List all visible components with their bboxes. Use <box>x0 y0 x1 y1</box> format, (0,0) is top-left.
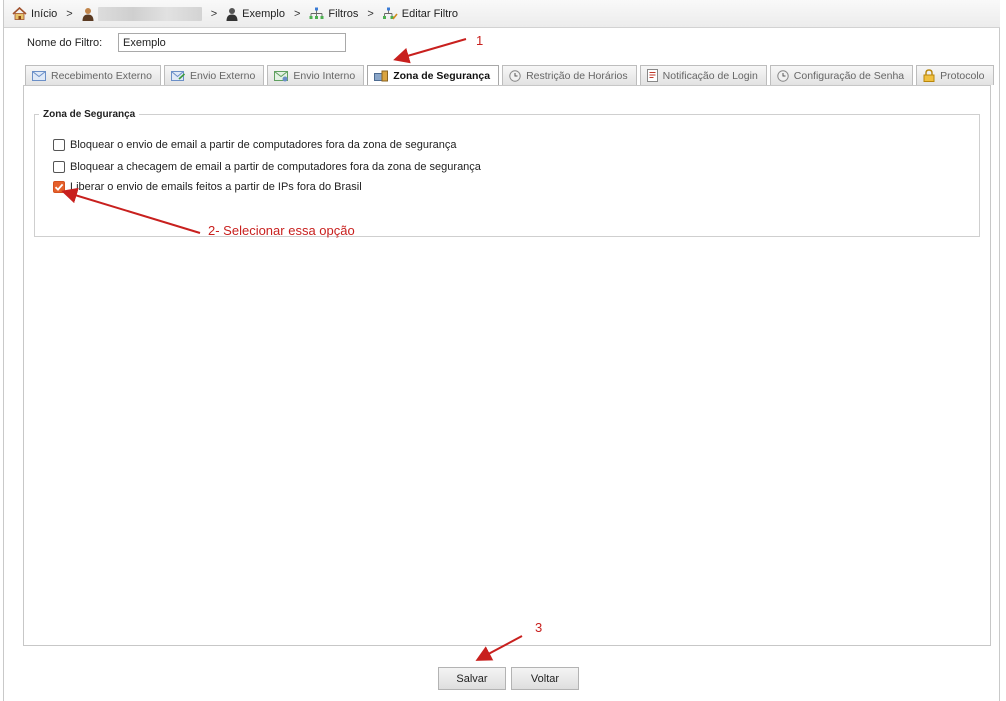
option-allow-foreign-ips[interactable]: Liberar o envio de emails feitos a parti… <box>53 181 362 193</box>
save-button[interactable]: Salvar <box>438 667 506 690</box>
breadcrumb-filters[interactable]: Filtros <box>309 7 358 20</box>
tab-label: Configuração de Senha <box>793 69 905 82</box>
checkmark-icon <box>54 183 64 191</box>
breadcrumb-separator: > <box>367 7 374 20</box>
clock-icon <box>509 69 521 82</box>
envelope-internal-icon <box>274 70 289 81</box>
tab-label: Recebimento Externo <box>51 69 152 82</box>
edit-filter-icon <box>382 7 398 20</box>
checkbox-block-checking[interactable] <box>53 161 65 173</box>
option-block-sending[interactable]: Bloquear o envio de email a partir de co… <box>53 139 456 151</box>
home-icon <box>12 7 27 20</box>
filter-name-input[interactable] <box>118 33 346 52</box>
breadcrumb-separator: > <box>293 7 301 20</box>
breadcrumb-home-label: Início <box>31 7 58 20</box>
redacted-username <box>97 6 202 21</box>
tab-label: Notificação de Login <box>662 69 758 82</box>
breadcrumb-user[interactable] <box>82 6 202 21</box>
checkbox-block-sending[interactable] <box>53 139 65 151</box>
tab-label: Restrição de Horários <box>526 69 628 82</box>
tab-password-config[interactable]: Configuração de Senha <box>769 65 914 85</box>
annotation-step-3: 3 <box>535 620 543 635</box>
breadcrumb-home[interactable]: Início <box>12 7 57 20</box>
option-label: Bloquear o envio de email a partir de co… <box>70 139 457 151</box>
checkbox-allow-foreign-ips[interactable] <box>53 181 65 193</box>
tab-login-notification[interactable]: Notificação de Login <box>639 65 767 85</box>
breadcrumb-filters-label: Filtros <box>328 7 359 20</box>
option-label: Bloquear a checagem de email a partir de… <box>70 161 481 173</box>
tab-protocol[interactable]: Protocolo <box>916 65 994 85</box>
envelope-in-icon <box>32 70 46 81</box>
envelope-out-icon <box>170 70 185 81</box>
filter-name-label: Nome do Filtro: <box>27 37 103 49</box>
tab-label: Envio Externo <box>189 69 256 82</box>
annotation-step-2: 2- Selecionar essa opção <box>208 223 355 238</box>
tab-external-receiving[interactable]: Recebimento Externo <box>25 65 161 85</box>
breadcrumb: Início > > Exemplo > Filtros > Editar Fi… <box>4 0 1000 28</box>
breadcrumb-edit-filter[interactable]: Editar Filtro <box>382 7 459 20</box>
notification-icon <box>646 69 658 82</box>
security-zone-icon <box>374 70 389 82</box>
breadcrumb-separator: > <box>66 7 73 20</box>
user-icon <box>82 7 94 21</box>
tab-label: Protocolo <box>940 69 985 82</box>
breadcrumb-separator: > <box>210 7 218 20</box>
tab-internal-sending[interactable]: Envio Interno <box>267 65 365 85</box>
breadcrumb-example-label: Exemplo <box>242 7 285 20</box>
tab-time-restriction[interactable]: Restrição de Horários <box>502 65 637 85</box>
option-label: Liberar o envio de emails feitos a parti… <box>70 181 362 193</box>
back-button[interactable]: Voltar <box>511 667 579 690</box>
tab-label: Zona de Segurança <box>393 70 491 82</box>
security-zone-legend: Zona de Segurança <box>43 109 136 120</box>
annotation-step-1: 1 <box>476 33 484 48</box>
tab-label: Envio Interno <box>293 69 356 82</box>
user-icon <box>226 7 238 21</box>
option-block-checking[interactable]: Bloquear a checagem de email a partir de… <box>53 161 481 173</box>
security-zone-fieldset: Zona de Segurança Bloquear o envio de em… <box>34 109 980 237</box>
tab-external-sending[interactable]: Envio Externo <box>163 65 265 85</box>
breadcrumb-edit-filter-label: Editar Filtro <box>401 7 459 20</box>
tab-bar: Recebimento Externo Envio Externo Envio … <box>25 65 994 86</box>
breadcrumb-example[interactable]: Exemplo <box>226 7 285 21</box>
clock-icon <box>777 69 789 82</box>
tab-security-zone[interactable]: Zona de Segurança <box>367 65 500 86</box>
tab-content-panel: Zona de Segurança Bloquear o envio de em… <box>23 85 991 646</box>
lock-icon <box>923 69 935 82</box>
filter-tree-icon <box>309 7 324 19</box>
